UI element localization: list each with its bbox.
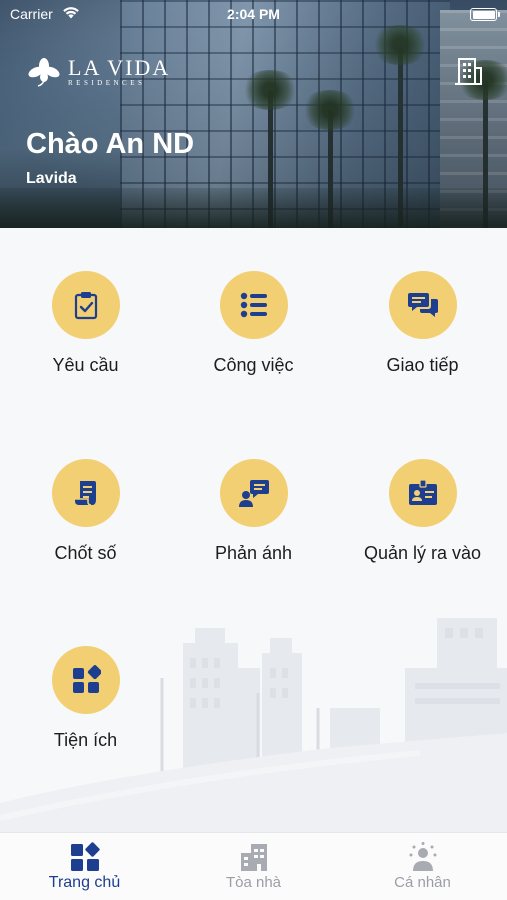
menu-label: Phản ánh	[214, 543, 293, 563]
task-list-icon	[240, 292, 267, 318]
menu-label: Chốt số	[54, 543, 117, 563]
chat-bubbles-icon	[407, 293, 438, 317]
tab-trang-chu[interactable]: Trang chủ	[0, 833, 169, 900]
menu-giao-tiep[interactable]: Giao tiếp	[338, 271, 507, 391]
building-switch-button[interactable]	[453, 56, 483, 86]
status-bar: Carrier 2:04 PM	[0, 0, 507, 28]
tab-ca-nhan[interactable]: Cá nhân	[338, 833, 507, 900]
menu-label: Công việc	[213, 355, 294, 375]
building-icon	[455, 58, 482, 85]
clock: 2:04 PM	[227, 6, 280, 22]
main-menu: Yêu cầu Công việc Giao tiếp Chốt số Phản…	[0, 228, 507, 832]
menu-quan-ly-ra-vao[interactable]: Quản lý ra vào	[338, 459, 507, 579]
clipboard-check-icon	[74, 292, 97, 320]
utilities-grid-icon	[72, 665, 101, 693]
tab-label: Tòa nhà	[225, 874, 282, 891]
menu-cong-viec[interactable]: Công việc	[169, 271, 338, 391]
menu-tien-ich[interactable]: Tiện ích	[1, 646, 170, 766]
menu-chot-so[interactable]: Chốt số	[1, 459, 170, 579]
menu-phan-anh[interactable]: Phản ánh	[169, 459, 338, 579]
menu-label: Quản lý ra vào	[363, 543, 482, 563]
tab-toa-nha[interactable]: Tòa nhà	[169, 833, 338, 900]
battery-icon	[470, 8, 500, 21]
menu-label: Yêu cầu	[52, 355, 119, 375]
tab-bar: Trang chủ Tòa nhà Cá nhân	[0, 832, 507, 900]
tab-label: Trang chủ	[48, 874, 121, 891]
menu-yeu-cau[interactable]: Yêu cầu	[1, 271, 170, 391]
header-banner: Carrier 2:04 PM LA VIDA RESIDENCES Chào …	[0, 0, 507, 228]
logo-name: LA VIDA	[68, 55, 171, 80]
flower-logo-icon	[28, 57, 60, 92]
logo-subtitle: RESIDENCES	[68, 79, 146, 87]
home-grid-icon	[71, 842, 100, 871]
building-icon	[241, 844, 267, 871]
feedback-icon	[238, 480, 269, 507]
building-name: Lavida	[26, 170, 77, 187]
menu-label: Giao tiếp	[386, 355, 459, 375]
greeting-title: Chào An ND	[26, 128, 195, 160]
menu-label: Tiện ích	[53, 730, 118, 750]
tab-label: Cá nhân	[394, 874, 451, 891]
meter-reading-icon	[74, 481, 96, 506]
person-icon	[409, 842, 437, 871]
id-badge-icon	[408, 479, 437, 505]
